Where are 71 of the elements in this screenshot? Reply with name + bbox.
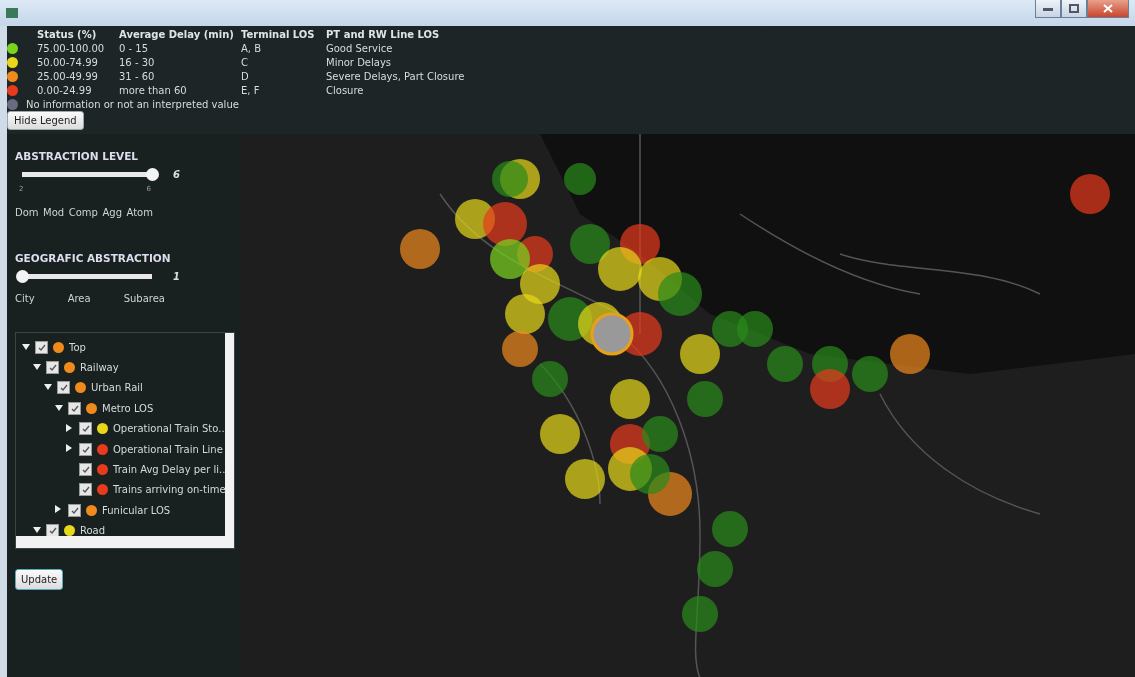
- expand-arrow-icon[interactable]: [22, 342, 30, 352]
- section-title: ABSTRACTION LEVEL: [15, 150, 140, 162]
- slider-thumb[interactable]: [16, 270, 29, 283]
- legend-delay: more than 60: [119, 84, 188, 96]
- level-label: Atom: [126, 207, 153, 218]
- slider-thumb[interactable]: [146, 168, 159, 181]
- close-icon: [1103, 4, 1113, 13]
- tree-item-label[interactable]: Funicular LOS: [102, 504, 171, 516]
- legend-terminal: E, F: [241, 84, 261, 96]
- tree-item-label[interactable]: Railway: [80, 362, 119, 374]
- legend-line: Closure: [326, 84, 365, 96]
- legend-delay: 31 - 60: [119, 70, 156, 82]
- legend-terminal: A, B: [241, 42, 263, 54]
- tree-item-label[interactable]: Urban Rail: [91, 382, 143, 394]
- tree-checkbox[interactable]: [79, 422, 92, 436]
- legend-status: 50.00-74.99: [37, 56, 99, 68]
- tree-checkbox[interactable]: [79, 483, 92, 497]
- level-label: Dom: [15, 207, 39, 218]
- level-label: Comp: [68, 207, 98, 218]
- area-label: City: [15, 293, 35, 304]
- tree-item-label[interactable]: Operational Train Sto..: [113, 423, 225, 435]
- level-label: Mod: [43, 207, 65, 218]
- vertical-scrollbar[interactable]: [225, 333, 234, 536]
- slider-value: 6: [173, 169, 180, 180]
- tree-item-label[interactable]: Road: [80, 525, 106, 537]
- legend-line: Severe Delays, Part Closure: [326, 70, 466, 82]
- tree-item-label[interactable]: Train Avg Delay per li..: [113, 464, 226, 476]
- horizontal-scrollbar[interactable]: [16, 536, 234, 548]
- expand-arrow-icon[interactable]: [66, 444, 74, 455]
- map-drawing[interactable]: [240, 134, 1135, 677]
- minimize-button[interactable]: [1035, 0, 1061, 18]
- tree-item-label[interactable]: Operational Train Line: [113, 443, 223, 455]
- tree-item-label[interactable]: Trains arriving on-time: [113, 484, 226, 496]
- legend-status: 75.00-100.00: [37, 42, 106, 54]
- section-title: GEOGRAFIC ABSTRACTION: [15, 252, 172, 264]
- area-label: Area: [67, 293, 91, 304]
- area-label: Subarea: [123, 293, 165, 304]
- expand-arrow-icon[interactable]: [66, 423, 74, 434]
- legend-header: PT and RW Line LOS: [326, 28, 441, 40]
- legend-header: Status (%): [37, 28, 98, 40]
- tree-checkbox[interactable]: [79, 442, 92, 456]
- minimize-icon: [1043, 6, 1053, 11]
- slider-value: 1: [173, 271, 180, 282]
- app-icon: [6, 8, 18, 18]
- update-button[interactable]: Update: [15, 569, 64, 590]
- level-label: Agg: [102, 207, 122, 218]
- close-button[interactable]: [1087, 0, 1129, 18]
- maximize-icon: [1069, 4, 1079, 13]
- legend-terminal: D: [241, 70, 250, 82]
- tree-checkbox[interactable]: [57, 381, 70, 395]
- legend-line: Good Service: [326, 42, 394, 54]
- legend-status: 0.00-24.99: [37, 84, 93, 96]
- tree-checkbox[interactable]: [68, 503, 81, 517]
- hide-legend-button[interactable]: Hide Legend: [7, 111, 84, 130]
- tree-checkbox[interactable]: [79, 463, 92, 477]
- tree-checkbox[interactable]: [35, 340, 48, 354]
- legend-delay: 0 - 15: [119, 42, 150, 54]
- expand-arrow-icon[interactable]: [55, 505, 63, 516]
- tree-item-label[interactable]: Top: [69, 341, 86, 353]
- legend-note: No information or not an interpreted value: [26, 98, 239, 110]
- maximize-button[interactable]: [1061, 0, 1087, 18]
- legend-header: Average Delay (min): [119, 28, 235, 40]
- legend-line: Minor Delays: [326, 56, 393, 68]
- legend-terminal: C: [241, 56, 249, 68]
- expand-arrow-icon[interactable]: [55, 403, 63, 413]
- tree-checkbox[interactable]: [46, 361, 59, 375]
- tree-item-label[interactable]: Metro LOS: [102, 402, 154, 414]
- legend-status: 25.00-49.99: [37, 70, 99, 82]
- legend-header: Terminal LOS: [241, 28, 316, 40]
- tree-checkbox[interactable]: [68, 401, 81, 415]
- legend-delay: 16 - 30: [119, 56, 156, 68]
